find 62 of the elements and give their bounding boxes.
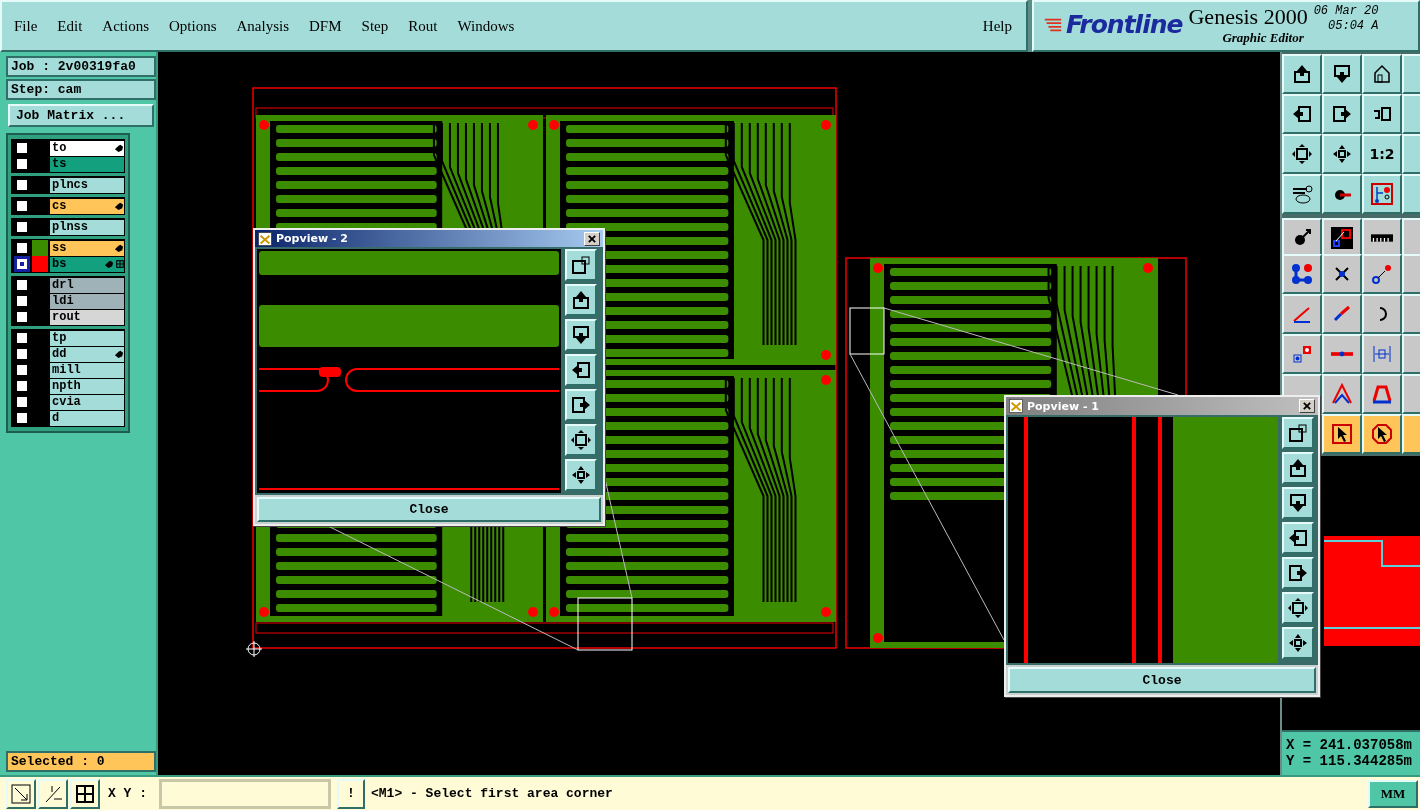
menu-item[interactable]: DFM — [309, 17, 342, 35]
layer-name: cs — [52, 199, 67, 213]
layer-name: ldi — [52, 294, 74, 308]
prompt-message: <M1> - Select first area corner — [371, 786, 614, 801]
menu-item[interactable]: Options — [169, 17, 217, 35]
product-name: Genesis 2000 — [1188, 4, 1308, 30]
layer-name: drl — [52, 278, 74, 292]
alert-button[interactable]: ! — [337, 778, 365, 809]
layer-row[interactable]: plncs — [50, 177, 124, 193]
job-name: Job : 2v00319fa0 — [6, 56, 156, 77]
layer-name: bs — [52, 257, 67, 271]
layer-row[interactable]: bs — [50, 256, 124, 272]
layer-name: plnss — [52, 220, 88, 234]
xy-label: X Y : — [108, 786, 147, 801]
menu-item[interactable]: Analysis — [236, 17, 290, 35]
layer-name: cvia — [52, 395, 81, 409]
layer-row[interactable]: npth — [50, 378, 124, 394]
product-subtitle: Graphic Editor — [1222, 30, 1304, 46]
layer-row[interactable]: to — [50, 140, 124, 156]
x-coordinate: X = 241.037058m — [1286, 737, 1414, 754]
layer-name: tp — [52, 331, 67, 345]
selected-count: Selected : 0 — [6, 751, 156, 772]
layer-name: rout — [52, 310, 81, 324]
close-button[interactable]: Close — [257, 497, 601, 522]
y-coordinate: Y = 115.344285m — [1286, 753, 1414, 770]
menu-item[interactable]: File — [14, 17, 38, 35]
menu-item[interactable]: Actions — [102, 17, 149, 35]
menu-item[interactable]: Help — [982, 17, 1012, 35]
layer-row[interactable]: cvia — [50, 394, 124, 410]
tool-button[interactable]: 1:2 — [1362, 134, 1402, 174]
layer-row[interactable]: drl — [50, 277, 124, 293]
logo-text: Frontline — [1066, 10, 1183, 39]
date-text: 06 Mar 20 — [1313, 4, 1379, 19]
layer-row[interactable]: mill — [50, 362, 124, 378]
window-title: Popview - 2 — [276, 232, 349, 245]
layer-row[interactable]: d — [50, 410, 124, 426]
layer-row[interactable]: ldi — [50, 293, 124, 309]
layer-row[interactable]: rout — [50, 309, 124, 325]
job-matrix-button[interactable]: Job Matrix ... — [8, 104, 154, 127]
layer-name: ss — [52, 241, 67, 255]
menu-item[interactable]: Step — [361, 17, 389, 35]
layer-name: dd — [52, 347, 67, 361]
menu-item[interactable]: Rout — [408, 17, 438, 35]
menu-item[interactable]: Windows — [457, 17, 515, 35]
layer-name: plncs — [52, 178, 88, 192]
layer-name: mill — [52, 363, 81, 377]
close-button[interactable]: Close — [1008, 667, 1316, 693]
layer-row[interactable]: tp — [50, 330, 124, 346]
units-button[interactable]: MM — [1368, 779, 1418, 808]
window-title: Popview - 1 — [1027, 399, 1100, 413]
time-text: 05:04 A — [1328, 19, 1379, 34]
layer-name: to — [52, 141, 67, 155]
menu-item[interactable]: Edit — [57, 17, 83, 35]
layer-row[interactable]: ss — [50, 240, 124, 256]
layer-row[interactable]: cs — [50, 198, 124, 214]
layer-row[interactable]: plnss — [50, 219, 124, 235]
layer-row[interactable]: dd — [50, 346, 124, 362]
layer-name: npth — [52, 379, 81, 393]
step-name: Step: cam — [6, 79, 156, 100]
layer-row[interactable]: ts — [50, 156, 124, 172]
layer-name: d — [52, 411, 60, 425]
layer-name: ts — [52, 157, 67, 171]
